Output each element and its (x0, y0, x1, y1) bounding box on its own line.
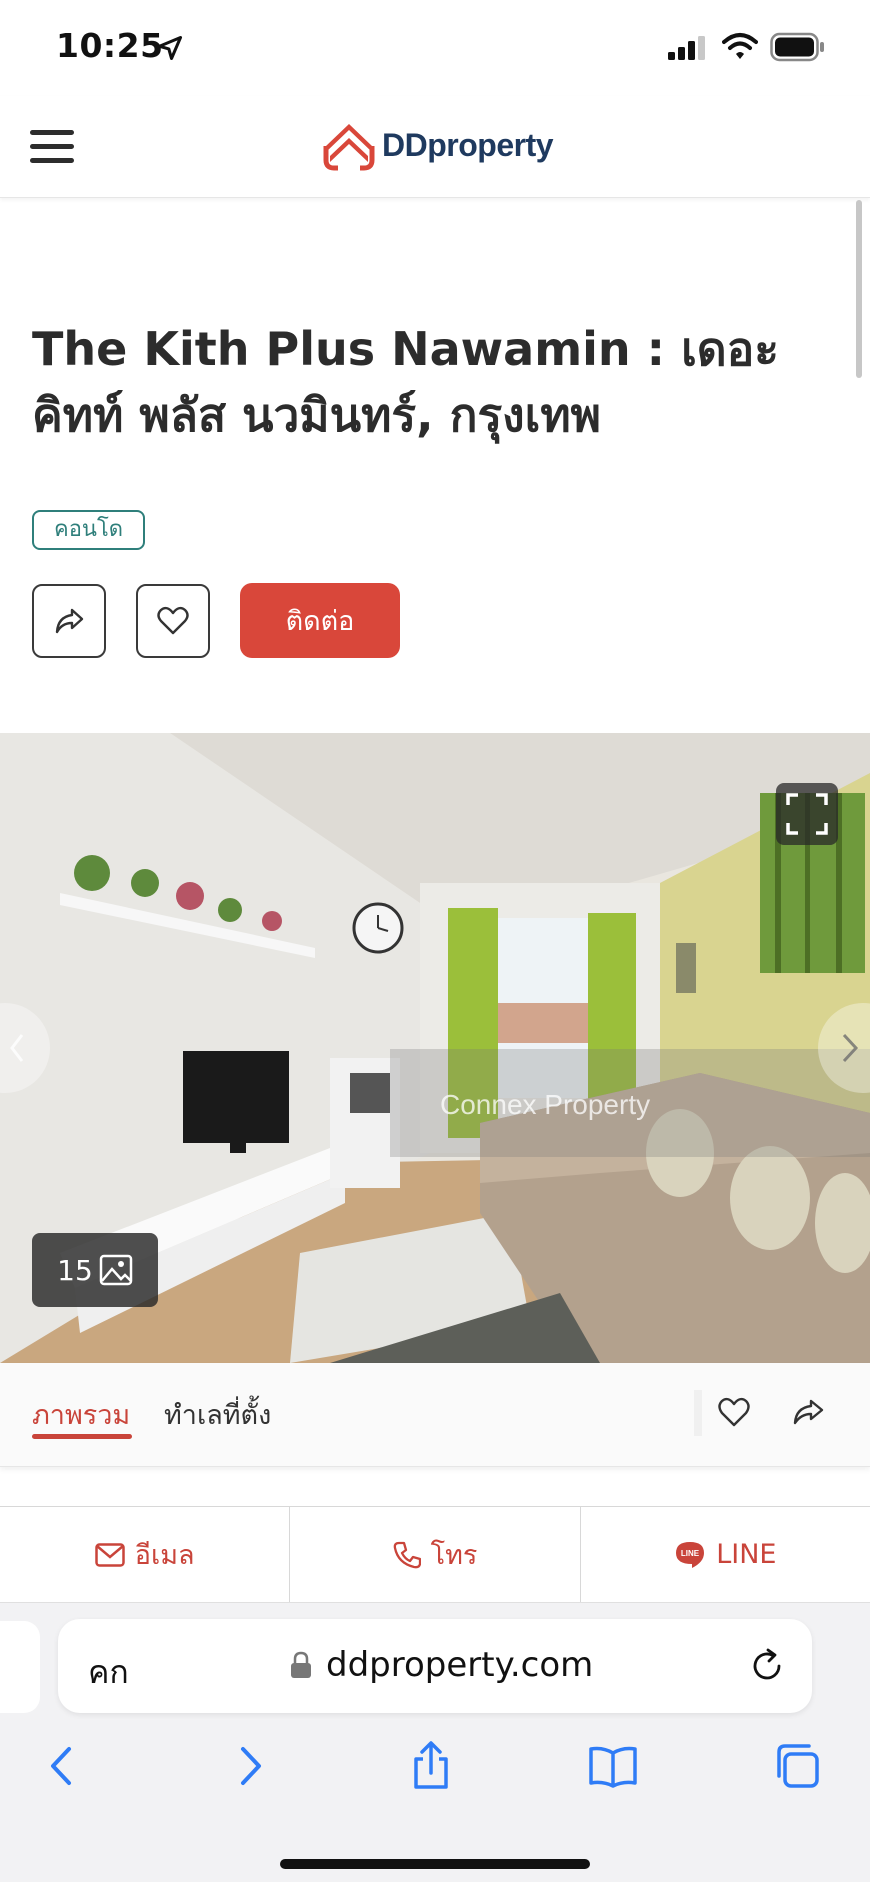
heart-icon (157, 606, 189, 635)
fullscreen-button[interactable] (776, 783, 838, 845)
logo-mark-icon (323, 124, 375, 171)
email-label: อีเมล (134, 1540, 195, 1571)
logo-text: DDproperty (382, 126, 554, 163)
site-header: DDproperty (0, 96, 870, 198)
chevron-right-icon (842, 1033, 859, 1063)
tabs-icon[interactable] (772, 1741, 822, 1791)
line-chat-icon: LINE (676, 1541, 705, 1568)
bookmarks-icon[interactable] (588, 1741, 638, 1791)
photo-count-badge[interactable]: 15 (32, 1233, 158, 1307)
tab-overview[interactable]: ภาพรวม (32, 1393, 130, 1436)
hamburger-menu-icon[interactable] (30, 130, 74, 164)
wifi-icon (722, 33, 758, 59)
property-type-badge: คอนโด (32, 510, 146, 550)
heart-icon[interactable] (716, 1394, 752, 1430)
line-button[interactable]: LINE LINE (581, 1507, 870, 1602)
photo-count: 15 (57, 1253, 93, 1287)
home-indicator (280, 1859, 590, 1869)
chevron-left-icon (10, 1034, 24, 1062)
tab-fade-divider (694, 1390, 702, 1436)
address-bar[interactable]: คก ddproperty.com (58, 1619, 812, 1713)
next-photo-button[interactable] (818, 1003, 870, 1093)
back-icon[interactable] (38, 1741, 88, 1791)
previous-photo-button[interactable] (0, 1003, 50, 1093)
line-label: LINE (716, 1539, 777, 1570)
lock-icon (291, 1651, 311, 1678)
active-tab-underline (32, 1434, 132, 1439)
location-arrow-icon (157, 35, 183, 61)
favorite-button[interactable] (136, 584, 210, 658)
share-button[interactable] (32, 584, 106, 658)
contact-bar: อีเมล โทร LINE LINE (0, 1506, 870, 1602)
browser-chrome: คก ddproperty.com (0, 1602, 870, 1882)
previous-tab-peek[interactable] (0, 1621, 40, 1713)
cellular-signal-icon (668, 36, 705, 60)
ddproperty-logo[interactable]: DDproperty (320, 114, 554, 176)
call-label: โทร (430, 1540, 478, 1571)
forward-icon[interactable] (224, 1741, 274, 1791)
share-arrow-icon[interactable] (790, 1394, 826, 1430)
image-icon (99, 1254, 133, 1286)
scroll-indicator (856, 200, 862, 378)
phone-icon (393, 1541, 421, 1568)
share-icon[interactable] (406, 1741, 456, 1791)
envelope-icon (95, 1542, 125, 1567)
listing-title: The Kith Plus Nawamin : เดอะ คิทท์ พลัส … (32, 322, 780, 442)
battery-icon (770, 32, 824, 62)
email-button[interactable]: อีเมล (0, 1507, 291, 1602)
status-time: 10:25 (56, 26, 164, 65)
status-bar: 10:25 (0, 0, 870, 96)
expand-icon (786, 793, 828, 835)
url-text: ddproperty.com (326, 1645, 594, 1685)
page-settings-button[interactable]: คก (88, 1647, 129, 1698)
share-arrow-icon (55, 608, 84, 634)
contact-button[interactable]: ติดต่อ (240, 583, 400, 658)
reload-icon[interactable] (748, 1647, 786, 1685)
call-button[interactable]: โทร (290, 1507, 581, 1602)
svg-text:LINE: LINE (681, 1549, 700, 1558)
photo-gallery[interactable]: Connex Property 15 (0, 733, 870, 1363)
tab-location[interactable]: ทำเลที่ตั้ง (164, 1393, 271, 1436)
watermark-text: Connex Property (440, 1089, 651, 1120)
